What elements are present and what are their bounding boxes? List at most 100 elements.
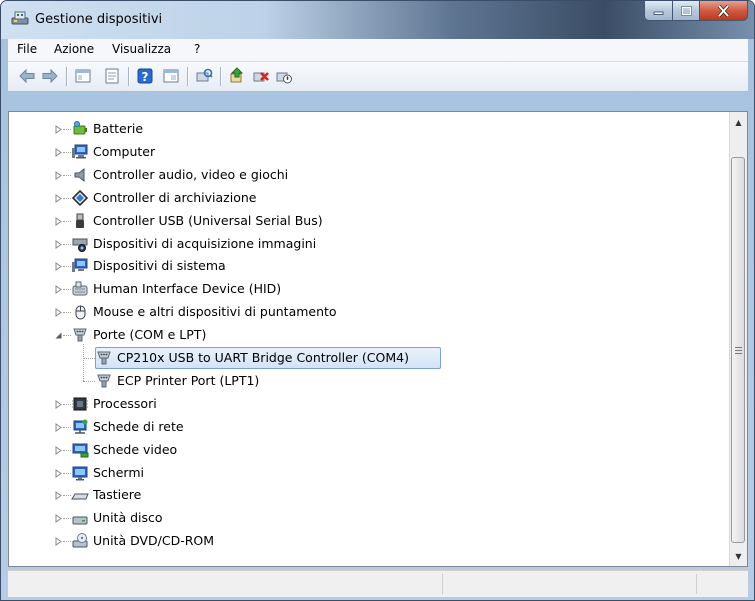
tree-item[interactable]: Controller di archiviazione: [9, 187, 709, 209]
tree-item-label: Batterie: [93, 121, 144, 136]
tree-item[interactable]: Controller USB (Universal Serial Bus): [9, 210, 709, 232]
tree-connector-line: [63, 495, 71, 497]
tree-connector-line: [63, 426, 71, 428]
status-pane-divider: [696, 574, 697, 594]
tree-item[interactable]: Schede di rete: [9, 416, 709, 438]
update-driver-icon[interactable]: [228, 67, 246, 85]
mouse-icon: [75, 305, 86, 320]
tree-item-label: Dispositivi di sistema: [93, 258, 226, 274]
collapsed-arrow-icon[interactable]: [54, 125, 63, 134]
keyboard-icon: [71, 493, 89, 500]
scan-hardware-icon[interactable]: [195, 67, 213, 85]
collapsed-arrow-icon[interactable]: [54, 216, 63, 226]
tree-item[interactable]: Processori: [9, 393, 709, 415]
title-bar[interactable]: Gestione dispositivi: [1, 1, 754, 39]
tree-connector-line: [63, 312, 71, 314]
menu-help[interactable]: ?: [194, 42, 200, 56]
tree-item[interactable]: Human Interface Device (HID): [9, 278, 709, 300]
monitor-icon: [72, 466, 88, 480]
tree-item[interactable]: Computer: [9, 141, 709, 163]
window-controls: [644, 1, 748, 23]
close-button[interactable]: [700, 1, 748, 21]
tree-connector-line: [63, 266, 71, 268]
tree-connector-line: [63, 335, 71, 337]
menu-azione[interactable]: Azione: [54, 42, 94, 56]
scroll-up-arrow-icon[interactable]: ▲: [730, 114, 747, 131]
tree-item-label: Unità DVD/CD-ROM: [93, 533, 215, 549]
collapsed-arrow-icon[interactable]: [54, 422, 63, 432]
tree-connector-line: [63, 541, 71, 543]
tree-item[interactable]: Dispositivi di acquisizione immagini: [9, 233, 709, 255]
display-adapter-icon: [72, 443, 89, 458]
minimize-button[interactable]: [644, 1, 673, 21]
tree-item[interactable]: Controller audio, video e giochi: [9, 164, 709, 186]
tree-item-label: Schede di rete: [93, 418, 184, 434]
collapsed-arrow-icon[interactable]: [54, 170, 63, 180]
tree-item[interactable]: Schede video: [9, 439, 709, 461]
expanded-arrow-icon[interactable]: [54, 331, 63, 340]
tree-item[interactable]: Unità disco: [9, 507, 709, 529]
properties-icon[interactable]: [103, 67, 121, 85]
list-view-icon[interactable]: [162, 67, 180, 85]
maximize-icon: [680, 5, 692, 16]
speaker-icon: [74, 167, 85, 182]
tree-item[interactable]: Unità DVD/CD-ROM: [9, 530, 709, 552]
scroll-down-arrow-icon[interactable]: ▼: [730, 548, 747, 565]
vertical-scrollbar[interactable]: ▲ ▼: [729, 112, 747, 566]
collapsed-arrow-icon[interactable]: [54, 491, 63, 501]
system-device-icon: [72, 258, 88, 273]
collapsed-arrow-icon[interactable]: [54, 285, 63, 295]
collapsed-arrow-icon[interactable]: [54, 308, 63, 318]
window-title: Gestione dispositivi: [35, 12, 163, 27]
device-manager-icon: [11, 11, 29, 25]
tree-child-item[interactable]: ECP Printer Port (LPT1): [9, 370, 709, 392]
menu-file[interactable]: File: [17, 42, 37, 56]
tree-connector-line: [63, 151, 71, 153]
collapsed-arrow-icon[interactable]: [54, 239, 63, 249]
tree-item[interactable]: Tastiere: [9, 484, 709, 506]
tree-connector-line: [83, 344, 84, 381]
port-icon: [97, 351, 111, 365]
grip-line: [735, 347, 742, 348]
help-icon[interactable]: ?: [136, 67, 154, 85]
tree-item-label: Tastiere: [93, 487, 142, 503]
scanner-camera-icon: [72, 238, 88, 252]
collapsed-arrow-icon[interactable]: [54, 399, 63, 409]
tree-connector-line: [63, 197, 71, 199]
forward-arrow-icon[interactable]: [41, 67, 59, 85]
collapsed-arrow-icon[interactable]: [54, 468, 63, 478]
tree-connector-line: [83, 358, 95, 359]
toolbar-separator: [220, 67, 221, 86]
tree-item[interactable]: Mouse e altri dispositivi di puntamento: [9, 301, 709, 323]
maximize-button[interactable]: [673, 1, 700, 21]
tree-connector-line: [63, 472, 71, 474]
show-hide-tree-icon[interactable]: [74, 67, 92, 85]
computer-icon: [72, 144, 88, 159]
status-bar: [8, 570, 748, 597]
device-tree-panel: Batterie Computer Controller audio, video …: [8, 111, 748, 567]
toolbar: ?: [8, 62, 748, 92]
tree-connector-line: [63, 289, 71, 291]
uninstall-device-icon[interactable]: [252, 67, 270, 85]
disable-device-icon[interactable]: [275, 67, 293, 85]
collapsed-arrow-icon[interactable]: [54, 445, 63, 455]
tree-item-label: Mouse e altri dispositivi di puntamento: [93, 304, 337, 320]
tree-item[interactable]: Dispositivi di sistema: [9, 255, 709, 277]
collapsed-arrow-icon[interactable]: [54, 147, 63, 157]
status-pane-divider: [442, 574, 443, 594]
tree-item[interactable]: Porte (COM e LPT): [9, 324, 709, 346]
menu-visualizza[interactable]: Visualizza: [112, 42, 171, 56]
battery-icon: [73, 121, 87, 135]
tree-item[interactable]: Batterie: [9, 118, 709, 140]
processor-icon: [72, 397, 88, 411]
collapsed-arrow-icon[interactable]: [54, 537, 63, 547]
scrollbar-thumb[interactable]: [731, 157, 745, 543]
collapsed-arrow-icon[interactable]: [54, 193, 63, 203]
tree-child-item[interactable]: CP210x USB to UART Bridge Controller (CO…: [9, 347, 709, 369]
collapsed-arrow-icon[interactable]: [54, 262, 63, 272]
tree-item-label: Schermi: [93, 464, 144, 480]
tree-child-label: ECP Printer Port (LPT1): [117, 372, 260, 388]
back-arrow-icon[interactable]: [18, 67, 36, 85]
collapsed-arrow-icon[interactable]: [54, 514, 63, 524]
tree-item[interactable]: Schermi: [9, 462, 709, 484]
